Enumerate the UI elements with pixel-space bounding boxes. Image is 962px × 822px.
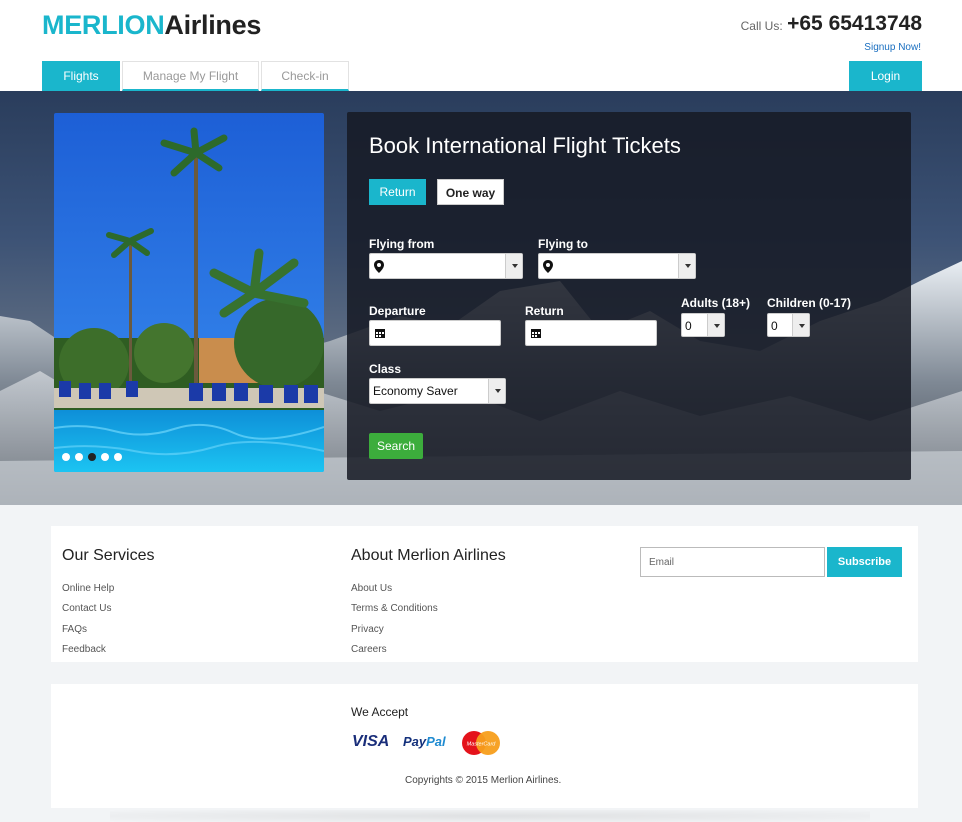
return-date-input[interactable] — [525, 320, 657, 346]
copyright-text: Copyrights © 2015 Merlion Airlines. — [405, 775, 562, 786]
search-button[interactable]: Search — [369, 433, 423, 459]
flying-to-select[interactable] — [538, 253, 696, 279]
slider-dot[interactable] — [62, 453, 70, 461]
call-us: Call Us: +65 65413748 — [741, 12, 922, 36]
slider-dot[interactable] — [75, 453, 83, 461]
calendar-icon — [375, 329, 385, 338]
chevron-down-icon — [488, 379, 505, 403]
departure-label: Departure — [369, 304, 426, 318]
flying-from-label: Flying from — [369, 237, 435, 251]
slider-dot[interactable] — [114, 453, 122, 461]
link-about-us[interactable]: About Us — [351, 583, 392, 594]
booking-title: Book International Flight Tickets — [369, 133, 681, 158]
link-faqs[interactable]: FAQs — [62, 624, 87, 635]
brand-logo-part1: MERLION — [42, 10, 165, 40]
link-careers[interactable]: Careers — [351, 644, 387, 655]
chevron-down-icon — [505, 254, 522, 278]
hero-banner: Book International Flight Tickets Return… — [0, 91, 962, 505]
phone-number: +65 65413748 — [787, 12, 922, 35]
return-label: Return — [525, 304, 564, 318]
children-select[interactable]: 0 — [767, 313, 810, 337]
link-contact-us[interactable]: Contact Us — [62, 603, 111, 614]
signup-link[interactable]: Signup Now! — [864, 42, 921, 53]
mastercard-logo: MasterCard — [462, 731, 500, 755]
chevron-down-icon — [678, 254, 695, 278]
main-tabs: Flights Manage My Flight Check-in — [42, 61, 351, 91]
services-title: Our Services — [62, 547, 155, 564]
children-label: Children (0-17) — [767, 296, 852, 310]
image-slider[interactable] — [54, 113, 324, 472]
call-us-label: Call Us: — [740, 19, 783, 33]
tab-flights[interactable]: Flights — [42, 61, 120, 91]
link-terms[interactable]: Terms & Conditions — [351, 603, 438, 614]
location-pin-icon — [543, 260, 553, 273]
class-value: Economy Saver — [373, 384, 458, 398]
adults-value: 0 — [685, 319, 692, 333]
adults-label: Adults (18+) — [681, 296, 751, 310]
brand-logo-part2: Airlines — [164, 10, 262, 40]
payments-section: We Accept VISA PayPal MasterCard Copyrig… — [51, 684, 918, 808]
link-online-help[interactable]: Online Help — [62, 583, 114, 594]
tab-manage-my-flight[interactable]: Manage My Flight — [122, 61, 259, 91]
flying-from-select[interactable] — [369, 253, 523, 279]
email-input[interactable]: Email — [640, 547, 825, 577]
trip-return-button[interactable]: Return — [369, 179, 426, 205]
flying-to-label: Flying to — [538, 237, 588, 251]
about-title: About Merlion Airlines — [351, 547, 506, 564]
footer-shadow — [110, 810, 870, 822]
paypal-logo: PayPal — [403, 734, 446, 749]
email-placeholder: Email — [649, 557, 675, 568]
tab-check-in[interactable]: Check-in — [261, 61, 349, 91]
link-privacy[interactable]: Privacy — [351, 624, 384, 635]
slider-dots — [62, 453, 127, 461]
subscribe-button[interactable]: Subscribe — [827, 547, 902, 577]
chevron-down-icon — [792, 314, 809, 336]
paypal-logo-a: Pay — [403, 734, 427, 749]
mastercard-text: MasterCard — [467, 742, 497, 748]
booking-panel: Book International Flight Tickets Return… — [347, 112, 911, 480]
children-value: 0 — [771, 319, 778, 333]
slider-dot-active[interactable] — [88, 453, 96, 461]
link-feedback[interactable]: Feedback — [62, 644, 106, 655]
adults-select[interactable]: 0 — [681, 313, 725, 337]
slider-dot[interactable] — [101, 453, 109, 461]
site-header: MERLIONAirlines Call Us: +65 65413748 Si… — [0, 0, 962, 91]
class-select[interactable]: Economy Saver — [369, 378, 506, 404]
trip-one-way-button[interactable]: One way — [437, 179, 504, 205]
resort-photo — [54, 113, 324, 472]
departure-date-input[interactable] — [369, 320, 501, 346]
footer-links-section: Our Services Online Help Contact Us FAQs… — [51, 526, 918, 662]
visa-logo: VISA — [352, 733, 390, 750]
login-button[interactable]: Login — [849, 61, 922, 91]
we-accept-title: We Accept — [351, 705, 409, 719]
paypal-logo-b: Pal — [426, 734, 446, 749]
location-pin-icon — [374, 260, 384, 273]
class-label: Class — [369, 362, 402, 376]
brand-logo[interactable]: MERLIONAirlines — [42, 10, 261, 41]
chevron-down-icon — [707, 314, 724, 336]
calendar-icon — [531, 329, 541, 338]
